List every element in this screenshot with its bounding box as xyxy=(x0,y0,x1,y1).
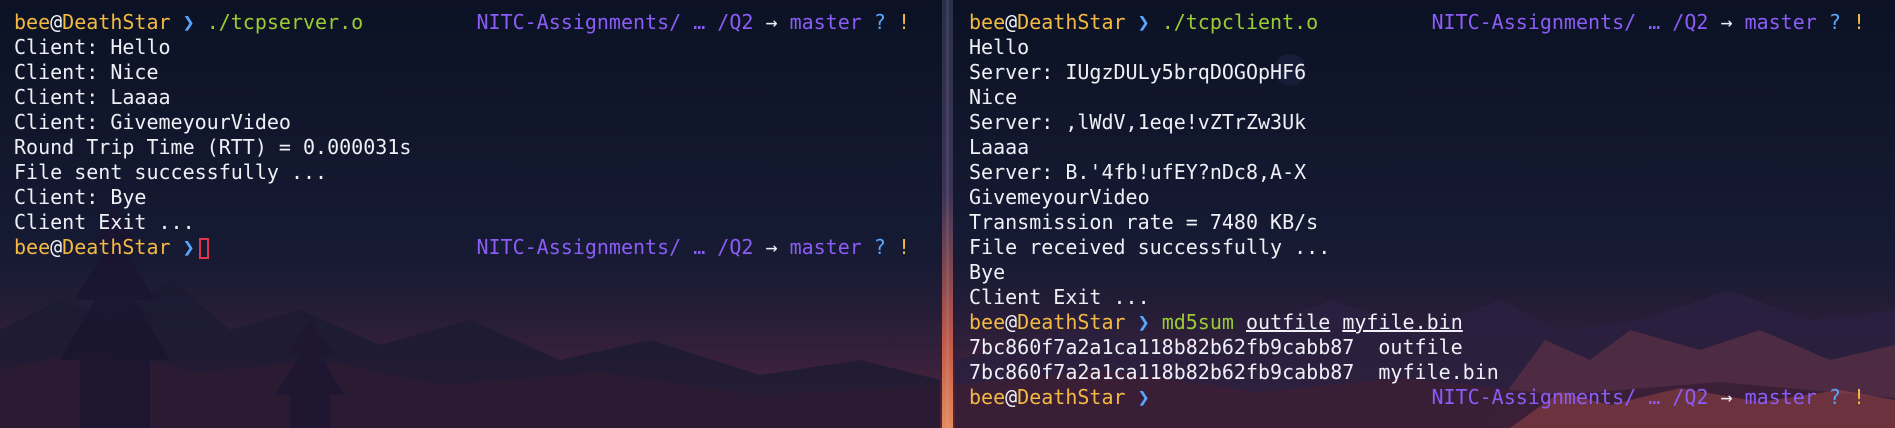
output-line: Client: Hello xyxy=(14,35,171,59)
prompt-arrow: ❯ xyxy=(1137,310,1150,334)
output-line: Server: IUgzDULy5brqDOGOpHF6 xyxy=(969,60,1307,84)
output-line: Nice xyxy=(969,85,1018,109)
prompt-line: bee@DeathStar ❯ xyxy=(969,385,1150,410)
prompt-user: bee xyxy=(14,10,51,34)
prompt-host: DeathStar xyxy=(1017,385,1126,409)
command-text: ./tcpclient.o xyxy=(1161,10,1319,34)
right-arrow-icon: → xyxy=(1720,385,1733,409)
prompt-path: NITC-Assignments/ … /Q2 xyxy=(1431,10,1709,34)
prompt-host: DeathStar xyxy=(62,235,171,259)
output-line: Server: ,lWdV,1eqe!vZTrZw3Uk xyxy=(969,110,1307,134)
output-line: 7bc860f7a2a1ca118b82b62fb9cabb87 myfile.… xyxy=(969,360,1499,384)
output-line: Client: Bye xyxy=(14,185,147,209)
command-arg-myfile: myfile.bin xyxy=(1342,310,1463,334)
prompt-host: DeathStar xyxy=(1017,310,1126,334)
output-line: Client: GivemeyourVideo xyxy=(14,110,291,134)
right-prompt: NITC-Assignments/ … /Q2 → master ? ! xyxy=(476,235,910,260)
prompt-path: NITC-Assignments/ … /Q2 xyxy=(476,235,754,259)
pane-divider[interactable] xyxy=(942,0,953,428)
output-line: 7bc860f7a2a1ca118b82b62fb9cabb87 outfile xyxy=(969,335,1463,359)
output-line: Client Exit ... xyxy=(969,285,1150,309)
right-prompt: NITC-Assignments/ … /Q2 → master ? ! xyxy=(1431,10,1865,35)
output-line: Client Exit ... xyxy=(14,210,195,234)
output-line: Client: Nice xyxy=(14,60,159,84)
terminal-pane-left[interactable]: bee@DeathStar ❯ ./tcpserver.o NITC-Assig… xyxy=(0,0,940,428)
git-branch: master xyxy=(789,235,862,259)
prompt-user: bee xyxy=(969,385,1006,409)
prompt-line: bee@DeathStar ❯ ./tcpserver.o xyxy=(14,10,363,35)
prompt-at: @ xyxy=(1005,310,1018,334)
output-line: GivemeyourVideo xyxy=(969,185,1150,209)
right-arrow-icon: → xyxy=(765,10,778,34)
output-line: Client: Laaaa xyxy=(14,85,171,109)
prompt-host: DeathStar xyxy=(1017,10,1126,34)
output-line: Round Trip Time (RTT) = 0.000031s xyxy=(14,135,412,159)
terminal-cursor[interactable] xyxy=(198,238,209,259)
prompt-line: bee@DeathStar ❯ ./tcpclient.o xyxy=(969,10,1318,35)
git-status-modified: ! xyxy=(1852,385,1865,409)
terminal-pane-right[interactable]: bee@DeathStar ❯ ./tcpclient.o NITC-Assig… xyxy=(955,0,1895,428)
git-status-modified: ! xyxy=(897,10,910,34)
output-line: Transmission rate = 7480 KB/s xyxy=(969,210,1319,234)
git-branch: master xyxy=(1744,10,1817,34)
prompt-at: @ xyxy=(50,235,63,259)
git-branch: master xyxy=(789,10,862,34)
git-status-untracked: ? xyxy=(1828,385,1841,409)
prompt-user: bee xyxy=(14,235,51,259)
prompt-path: NITC-Assignments/ … /Q2 xyxy=(476,10,754,34)
prompt-at: @ xyxy=(50,10,63,34)
prompt-user: bee xyxy=(969,10,1006,34)
right-arrow-icon: → xyxy=(1720,10,1733,34)
git-status-untracked: ? xyxy=(1828,10,1841,34)
git-branch: master xyxy=(1744,385,1817,409)
right-arrow-icon: → xyxy=(765,235,778,259)
output-line: File sent successfully ... xyxy=(14,160,328,184)
prompt-arrow: ❯ xyxy=(182,235,195,259)
prompt-at: @ xyxy=(1005,10,1018,34)
right-prompt: NITC-Assignments/ … /Q2 → master ? ! xyxy=(476,10,910,35)
command-arg-outfile: outfile xyxy=(1245,310,1331,334)
prompt-line: bee@DeathStar ❯ md5sum outfile myfile.bi… xyxy=(969,310,1463,335)
prompt-arrow: ❯ xyxy=(1137,10,1150,34)
command-program: md5sum xyxy=(1161,310,1234,334)
prompt-at: @ xyxy=(1005,385,1018,409)
git-status-modified: ! xyxy=(1852,10,1865,34)
output-line: Laaaa xyxy=(969,135,1030,159)
right-prompt: NITC-Assignments/ … /Q2 → master ? ! xyxy=(1431,385,1865,410)
output-line: Hello xyxy=(969,35,1030,59)
prompt-user: bee xyxy=(969,310,1006,334)
output-line: File received successfully ... xyxy=(969,235,1331,259)
command-text: ./tcpserver.o xyxy=(206,10,364,34)
git-status-modified: ! xyxy=(897,235,910,259)
prompt-arrow: ❯ xyxy=(1137,385,1150,409)
prompt-path: NITC-Assignments/ … /Q2 xyxy=(1431,385,1709,409)
prompt-line: bee@DeathStar ❯ xyxy=(14,235,209,260)
output-line: Server: B.'4fb!ufEY?nDc8,A-X xyxy=(969,160,1307,184)
git-status-untracked: ? xyxy=(873,10,886,34)
output-line: Bye xyxy=(969,260,1006,284)
git-status-untracked: ? xyxy=(873,235,886,259)
prompt-host: DeathStar xyxy=(62,10,171,34)
prompt-arrow: ❯ xyxy=(182,10,195,34)
